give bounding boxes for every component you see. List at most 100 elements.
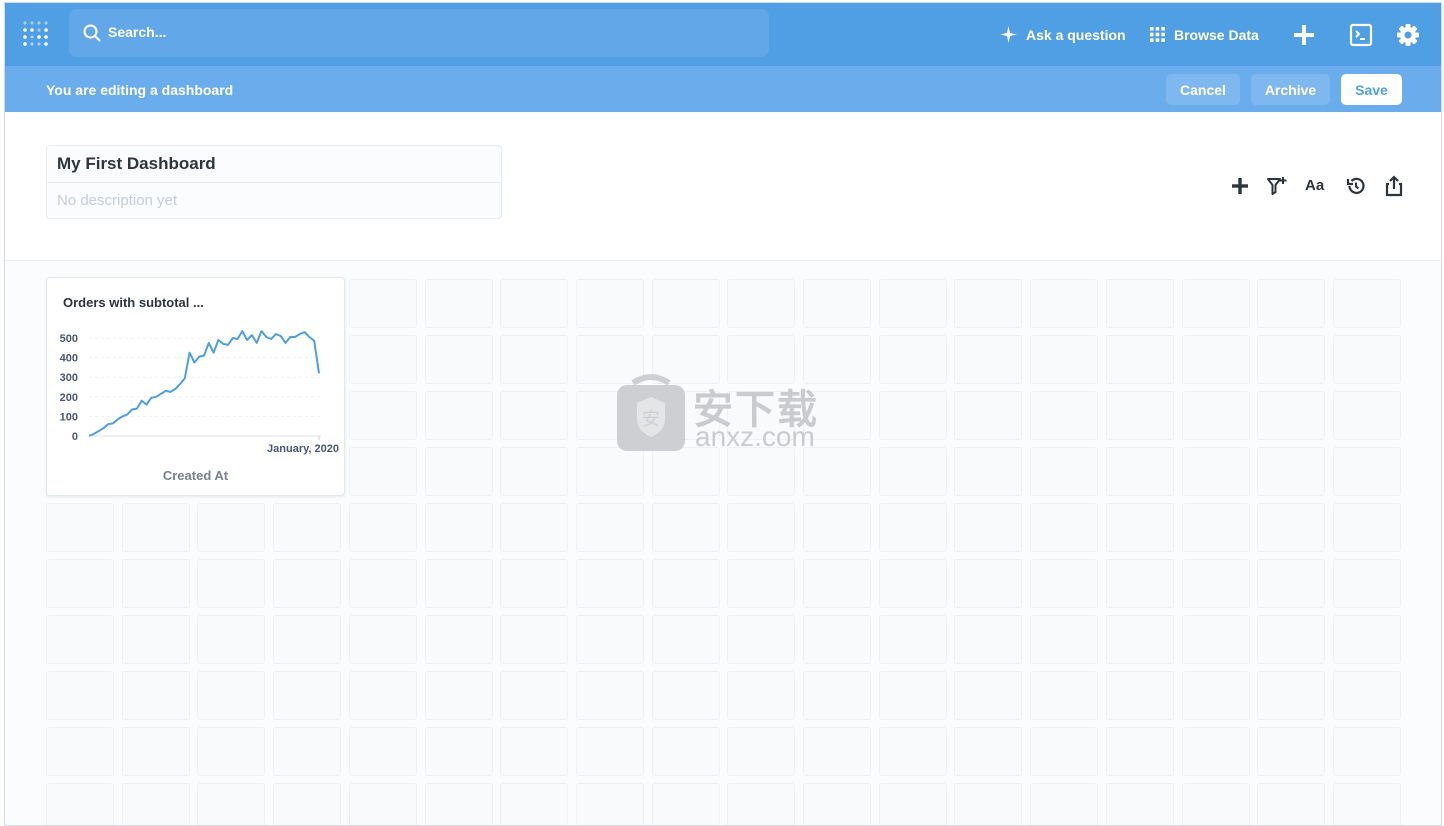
- grid-cell: [424, 279, 493, 328]
- cancel-button[interactable]: Cancel: [1166, 74, 1240, 105]
- grid-cell: [1105, 615, 1174, 664]
- grid-cell: [197, 559, 266, 608]
- watermark: 安 安下载 anxz.com: [615, 373, 845, 458]
- grid-cell: [1105, 559, 1174, 608]
- grid-cell: [1257, 559, 1326, 608]
- grid-cell: [424, 335, 493, 384]
- grid-cell: [1332, 391, 1401, 440]
- grid-cell: [727, 559, 796, 608]
- grid-cell: [575, 503, 644, 552]
- grid-cell: [878, 335, 947, 384]
- grid-cell: [1181, 727, 1250, 776]
- grid-cell: [348, 671, 417, 720]
- grid-cell: [273, 671, 342, 720]
- grid-cell: [500, 615, 569, 664]
- grid-cell: [424, 783, 493, 825]
- grid-cell: [348, 559, 417, 608]
- edit-mode-message: You are editing a dashboard: [46, 82, 234, 98]
- grid-cell: [1181, 447, 1250, 496]
- archive-button[interactable]: Archive: [1251, 74, 1330, 105]
- sql-editor-icon[interactable]: [1348, 22, 1374, 48]
- grid-cell: [197, 503, 266, 552]
- y-tick-label: 100: [60, 411, 78, 423]
- grid-cell: [1332, 335, 1401, 384]
- add-filter-icon[interactable]: [1265, 174, 1289, 198]
- grid-cell: [1105, 503, 1174, 552]
- grid-cell: [1105, 279, 1174, 328]
- add-icon[interactable]: [1291, 22, 1317, 48]
- grid-cell: [197, 783, 266, 825]
- add-card-icon[interactable]: [1228, 174, 1252, 198]
- grid-cell: [1257, 447, 1326, 496]
- x-tick-label: January, 2020: [267, 443, 339, 455]
- grid-cell: [348, 727, 417, 776]
- grid-cell: [1030, 391, 1099, 440]
- grid-cell: [727, 671, 796, 720]
- search-icon: [83, 24, 101, 42]
- share-icon[interactable]: [1382, 174, 1406, 198]
- grid-cell: [500, 503, 569, 552]
- grid-cell: [878, 503, 947, 552]
- grid-cell: [46, 615, 114, 664]
- grid-cell: [954, 391, 1023, 440]
- y-tick-label: 500: [60, 333, 78, 345]
- grid-cell: [1181, 279, 1250, 328]
- grid-cell: [1181, 391, 1250, 440]
- line-chart: 0 100 200 300 400 500 January, 2020: [60, 330, 339, 455]
- grid-cell: [1181, 503, 1250, 552]
- grid-cell: [1257, 335, 1326, 384]
- history-icon[interactable]: [1344, 174, 1368, 198]
- metabase-logo-icon[interactable]: [22, 20, 50, 48]
- grid-cell: [651, 783, 720, 825]
- grid-cell: [1181, 559, 1250, 608]
- grid-cell: [727, 279, 796, 328]
- grid-cell: [651, 279, 720, 328]
- shield-icon: 安: [617, 374, 685, 451]
- grid-cell: [803, 671, 871, 720]
- browse-data-button[interactable]: Browse Data: [1150, 3, 1259, 66]
- grid-cell: [1257, 279, 1326, 328]
- grid-cell: [954, 447, 1023, 496]
- grid-cell: [1332, 783, 1401, 825]
- grid-cell: [348, 783, 417, 825]
- grid-cell: [954, 335, 1023, 384]
- y-tick-label: 200: [60, 392, 78, 404]
- search-bar[interactable]: Search...: [69, 9, 769, 57]
- grid-cell: [500, 391, 569, 440]
- grid-cell: [1332, 559, 1401, 608]
- grid-cell: [1030, 279, 1099, 328]
- add-text-icon[interactable]: Aa: [1305, 174, 1331, 198]
- grid-cell: [121, 503, 190, 552]
- grid-cell: [500, 335, 569, 384]
- grid-cell: [1181, 335, 1250, 384]
- dashboard-title-input[interactable]: My First Dashboard: [47, 146, 501, 183]
- grid-cell: [273, 559, 342, 608]
- gear-icon[interactable]: [1395, 22, 1421, 48]
- grid-cell: [1030, 671, 1099, 720]
- grid-cell: [651, 559, 720, 608]
- grid-cell: [1257, 615, 1326, 664]
- grid-cell: [273, 615, 342, 664]
- grid-cell: [1105, 335, 1174, 384]
- grid-cell: [727, 615, 796, 664]
- ask-question-button[interactable]: Ask a question: [1000, 3, 1126, 66]
- grid-cell: [1181, 671, 1250, 720]
- grid-cell: [1105, 391, 1174, 440]
- grid-cell: [273, 503, 342, 552]
- grid-cell: [500, 727, 569, 776]
- grid-cell: [46, 783, 114, 825]
- card-title[interactable]: Orders with subtotal ...: [63, 295, 204, 310]
- grid-cell: [954, 615, 1023, 664]
- grid-cell: [1257, 783, 1326, 825]
- dashboard-description-input[interactable]: No description yet: [47, 183, 501, 218]
- series-line[interactable]: [88, 330, 320, 437]
- save-button[interactable]: Save: [1341, 74, 1402, 105]
- grid-cell: [46, 559, 114, 608]
- grid-cell: [803, 279, 871, 328]
- dashboard-card[interactable]: Orders with subtotal ... 0 100 200 300 400 50…: [46, 277, 345, 496]
- grid-cell: [424, 503, 493, 552]
- grid-cell: [878, 783, 947, 825]
- grid-cell: [121, 671, 190, 720]
- grid-cell: [500, 671, 569, 720]
- x-axis-label: Created At: [162, 468, 229, 483]
